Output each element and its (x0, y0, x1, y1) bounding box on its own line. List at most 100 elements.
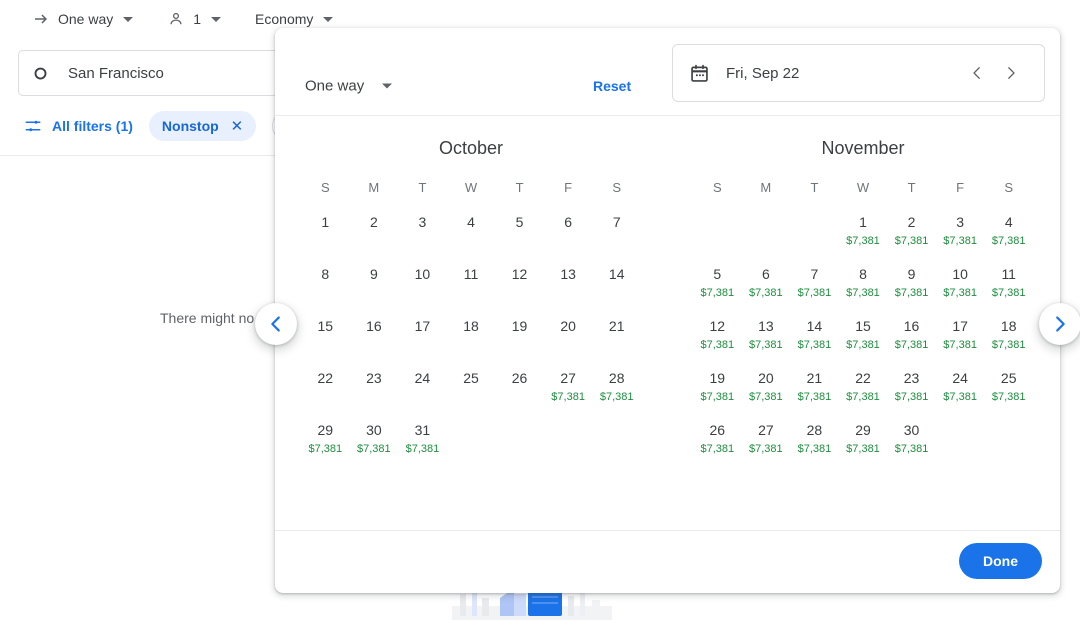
day-price: $7,381 (749, 339, 783, 351)
calendar-day-october-22[interactable]: 22 (301, 367, 350, 409)
calendar-day-november-30[interactable]: 30 $7,381 (887, 419, 936, 461)
calendar-day-october-13[interactable]: 13 (544, 263, 593, 305)
day-price: $7,381 (846, 443, 880, 455)
calendar-day-october-16[interactable]: 16 (350, 315, 399, 357)
next-day-button[interactable] (994, 56, 1028, 90)
calendar-day-october-31[interactable]: 31 $7,381 (398, 419, 447, 461)
calendar-day-october-23[interactable]: 23 (350, 367, 399, 409)
day-price: $7,381 (357, 443, 391, 455)
calendar-day-november-25[interactable]: 25 $7,381 (984, 367, 1033, 409)
day-number: 7 (810, 266, 819, 282)
person-icon (167, 10, 185, 28)
calendar-day-november-3[interactable]: 3 $7,381 (936, 211, 985, 253)
day-price: $7,381 (991, 339, 1026, 351)
calendar-day-october-30[interactable]: 30 $7,381 (350, 419, 399, 461)
calendar-day-november-28[interactable]: 28 $7,381 (790, 419, 839, 461)
calendar-day-november-23[interactable]: 23 $7,381 (887, 367, 936, 409)
day-price: $7,381 (749, 287, 783, 299)
calendar-day-october-2[interactable]: 2 (350, 211, 399, 253)
departure-date-field[interactable]: Fri, Sep 22 (672, 44, 1045, 102)
calendar-day-november-12[interactable]: 12 $7,381 (693, 315, 742, 357)
trip-type-selector[interactable]: One way (24, 2, 141, 36)
calendar-day-november-20[interactable]: 20 $7,381 (742, 367, 791, 409)
calendar-day-october-24[interactable]: 24 (398, 367, 447, 409)
calendar-month: November S M T W T F S 1 $7,381 2 $7,381 3 $7,381 4 $7,… (667, 126, 1059, 530)
calendar-day-november-22[interactable]: 22 $7,381 (839, 367, 888, 409)
calendar-day-october-18[interactable]: 18 (447, 315, 496, 357)
calendar-day-november-16[interactable]: 16 $7,381 (887, 315, 936, 357)
calendar-day-october-6[interactable]: 6 (544, 211, 593, 253)
close-icon[interactable]: ✕ (231, 119, 244, 134)
calendar-day-october-17[interactable]: 17 (398, 315, 447, 357)
day-price: $7,381 (749, 391, 783, 403)
calendar-day-november-17[interactable]: 17 $7,381 (936, 315, 985, 357)
calendar-day-november-7[interactable]: 7 $7,381 (790, 263, 839, 305)
calendar-day-november-15[interactable]: 15 $7,381 (839, 315, 888, 357)
day-number: 16 (903, 318, 920, 334)
calendar-day-november-27[interactable]: 27 $7,381 (742, 419, 791, 461)
nonstop-filter-chip[interactable]: Nonstop ✕ (148, 111, 257, 141)
day-price: $7,381 (797, 287, 832, 299)
calendar-day-november-19[interactable]: 19 $7,381 (693, 367, 742, 409)
calendar-day-empty (984, 419, 1033, 461)
calendar-day-october-4[interactable]: 4 (447, 211, 496, 253)
calendar-day-october-27[interactable]: 27 $7,381 (544, 367, 593, 409)
calendar-day-october-10[interactable]: 10 (398, 263, 447, 305)
reset-button[interactable]: Reset (593, 78, 631, 94)
calendar-day-october-1[interactable]: 1 (301, 211, 350, 253)
calendar-day-october-28[interactable]: 28 $7,381 (592, 367, 641, 409)
calendar-day-november-10[interactable]: 10 $7,381 (936, 263, 985, 305)
calendar-day-october-11[interactable]: 11 (447, 263, 496, 305)
calendar-day-november-2[interactable]: 2 $7,381 (887, 211, 936, 253)
day-number: 29 (855, 422, 871, 438)
calendar-day-november-18[interactable]: 18 $7,381 (984, 315, 1033, 357)
calendar-day-november-9[interactable]: 9 $7,381 (887, 263, 936, 305)
popup-trip-type-selector[interactable]: One way (305, 78, 393, 95)
calendar-day-november-4[interactable]: 4 $7,381 (984, 211, 1033, 253)
calendar-day-november-11[interactable]: 11 $7,381 (984, 263, 1033, 305)
calendar-week-row: 15 16 17 18 19 20 21 (301, 315, 641, 357)
calendar-day-november-8[interactable]: 8 $7,381 (839, 263, 888, 305)
previous-day-button[interactable] (960, 56, 994, 90)
calendar-day-november-24[interactable]: 24 $7,381 (936, 367, 985, 409)
done-button[interactable]: Done (959, 543, 1042, 579)
calendar-day-october-15[interactable]: 15 (301, 315, 350, 357)
calendar-day-november-21[interactable]: 21 $7,381 (790, 367, 839, 409)
next-months-button[interactable] (1039, 303, 1080, 345)
arrow-right-icon (32, 10, 50, 28)
calendar-day-november-5[interactable]: 5 $7,381 (693, 263, 742, 305)
calendar-day-october-14[interactable]: 14 (592, 263, 641, 305)
calendar-day-november-1[interactable]: 1 $7,381 (839, 211, 888, 253)
calendar-day-october-29[interactable]: 29 $7,381 (301, 419, 350, 461)
calendar-day-october-26[interactable]: 26 (495, 367, 544, 409)
calendar-day-november-14[interactable]: 14 $7,381 (790, 315, 839, 357)
passenger-count-selector[interactable]: 1 (159, 2, 229, 36)
day-price: $7,381 (991, 235, 1026, 247)
trip-type-label: One way (58, 11, 114, 27)
weekday-header-row: SMTWTFS (301, 175, 641, 201)
previous-months-button[interactable] (255, 303, 297, 345)
calendar-day-october-20[interactable]: 20 (544, 315, 593, 357)
calendar-day-october-8[interactable]: 8 (301, 263, 350, 305)
calendar-day-october-9[interactable]: 9 (350, 263, 399, 305)
day-number: 28 (608, 370, 625, 386)
date-picker-header: One way Reset Fri, Sep 22 (275, 28, 1060, 116)
calendar-day-november-29[interactable]: 29 $7,381 (839, 419, 888, 461)
calendar-day-october-3[interactable]: 3 (398, 211, 447, 253)
all-filters-button[interactable]: All filters (1) (24, 117, 133, 135)
calendar-day-october-21[interactable]: 21 (592, 315, 641, 357)
calendar-day-november-13[interactable]: 13 $7,381 (742, 315, 791, 357)
calendar-day-october-5[interactable]: 5 (495, 211, 544, 253)
day-number: 4 (467, 214, 475, 230)
day-number: 19 (709, 370, 726, 386)
calendar-day-october-12[interactable]: 12 (495, 263, 544, 305)
calendar-day-october-25[interactable]: 25 (447, 367, 496, 409)
calendar-day-october-19[interactable]: 19 (495, 315, 544, 357)
day-price: $7,381 (894, 235, 929, 247)
calendar-day-october-7[interactable]: 7 (592, 211, 641, 253)
calendar-day-november-6[interactable]: 6 $7,381 (742, 263, 791, 305)
calendar-day-november-26[interactable]: 26 $7,381 (693, 419, 742, 461)
calendar-month: October S M T W T F S 1 2 3 4 5 6 7 8 9 10 11 12 13 14 15 16 17 1… (275, 126, 667, 530)
day-number: 17 (952, 318, 968, 334)
weekday-header: T (515, 180, 524, 195)
